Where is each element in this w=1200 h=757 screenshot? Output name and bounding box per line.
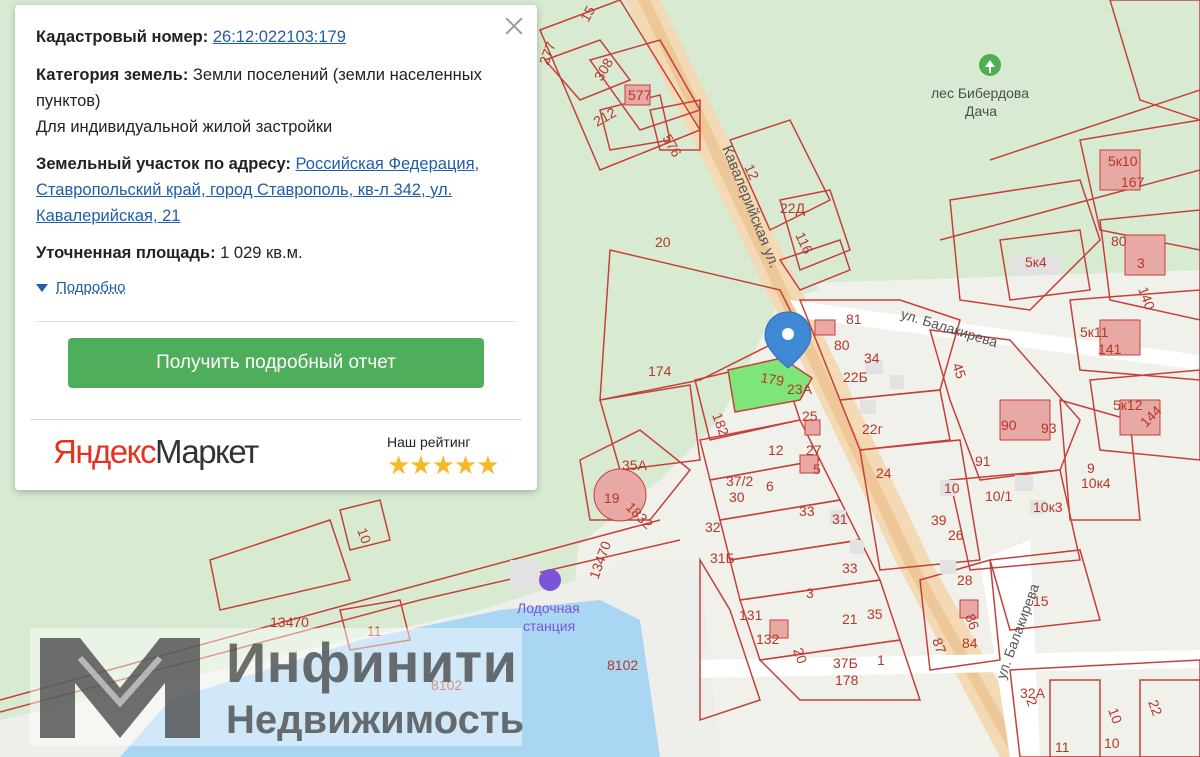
details-toggle[interactable]: Подробно <box>36 279 125 296</box>
parcel-number-label[interactable]: 21 <box>842 611 858 627</box>
parcel-number-label[interactable]: 8102 <box>607 657 638 673</box>
parcel-number-label[interactable]: 167 <box>1121 174 1145 190</box>
parcel-number-label[interactable]: 3 <box>806 585 814 601</box>
parcel-number-label[interactable]: 178 <box>835 672 859 688</box>
parcel-number-label[interactable]: 25 <box>802 408 818 424</box>
parcel-number-label[interactable]: 10 <box>1104 735 1120 751</box>
land-category-row: Категория земель: Земли поселений (земли… <box>36 62 516 114</box>
rating-stars: ★★★★★ <box>387 450 500 480</box>
divider <box>36 321 516 322</box>
address-label: Земельный участок по адресу: <box>36 155 291 173</box>
parcel-number-label[interactable]: 10к3 <box>1033 499 1063 515</box>
parcel-number-label[interactable]: 5к11 <box>1080 324 1109 340</box>
parcel-number-label[interactable]: 22г <box>862 421 883 437</box>
permitted-use: Для индивидуальной жилой застройки <box>36 118 333 136</box>
parcel-number-label[interactable]: 39 <box>931 512 947 528</box>
parcel-number-label[interactable]: 6 <box>766 478 774 494</box>
parcel-number-label[interactable]: 19 <box>604 490 620 506</box>
boat-station-label-2: станция <box>523 618 575 634</box>
parcel-number-label[interactable]: 10к4 <box>1081 475 1111 491</box>
parcel-number-label[interactable]: 30 <box>729 489 745 505</box>
yandex-market-logo[interactable]: ЯндексМаркет <box>53 433 259 471</box>
area-row: Уточненная площадь: 1 029 кв.м. <box>36 240 516 266</box>
parcel-info-popup: Кадастровый номер: 26:12:022103:179 Кате… <box>15 5 537 490</box>
parcel-number-label[interactable]: 12 <box>768 442 784 458</box>
parcel-number-label[interactable]: 31Б <box>710 550 735 566</box>
get-report-button[interactable]: Получить подробный отчет <box>68 338 484 388</box>
boat-station-label: Лодочная <box>517 600 580 616</box>
market-logo-text: Маркет <box>154 433 259 470</box>
parcel-number-label[interactable]: 26 <box>948 527 964 543</box>
divider <box>30 419 522 420</box>
parcel-number-label[interactable]: 131 <box>739 607 763 623</box>
parcel-number-label[interactable]: 33 <box>842 560 858 576</box>
parcel-number-label[interactable]: 15 <box>1033 593 1049 609</box>
parcel-number-label[interactable]: 5к12 <box>1113 397 1143 413</box>
parcel-number-label[interactable]: 23А <box>787 381 813 397</box>
parcel-number-label[interactable]: 32 <box>705 519 721 535</box>
forest-label-2: Дача <box>965 103 997 119</box>
watermark-line-1: Инфинити <box>226 631 518 694</box>
parcel-number-label[interactable]: 10 <box>944 480 960 496</box>
parcel-number-label[interactable]: 27 <box>806 442 822 458</box>
parcel-number-label[interactable]: 37/2 <box>726 473 753 489</box>
parcel-number-label[interactable]: 5к10 <box>1108 153 1138 169</box>
parcel-number-label[interactable]: 37Б <box>833 655 858 671</box>
land-category-label: Категория земель: <box>36 66 189 84</box>
parcel-number-label[interactable]: 9 <box>1087 460 1095 476</box>
parcel-number-label[interactable]: 22Б <box>843 369 868 385</box>
parcel-number-label[interactable]: 11 <box>1055 739 1070 755</box>
parcel-number-label[interactable]: 84 <box>962 635 978 651</box>
parcel-number-label[interactable]: 33 <box>799 503 815 519</box>
cadastral-number-link[interactable]: 26:12:022103:179 <box>213 28 346 46</box>
address-row: Земельный участок по адресу: Российская … <box>36 151 516 229</box>
parcel-number-label[interactable]: 91 <box>975 453 991 469</box>
parcel-number-label[interactable]: 1 <box>877 652 885 668</box>
parcel-number-label[interactable]: 93 <box>1041 420 1057 436</box>
parcel-number-label[interactable]: 141 <box>1098 341 1122 357</box>
parcel-number-label[interactable]: 35А <box>622 457 648 473</box>
parcel-number-label[interactable]: 174 <box>648 363 672 379</box>
parcel-number-label[interactable]: 3 <box>1137 255 1145 271</box>
rating-block: Наш рейтинг ★★★★★ <box>387 434 500 480</box>
parcel-number-label[interactable]: 20 <box>655 234 671 250</box>
parcel-number-label[interactable]: 28 <box>957 572 973 588</box>
cadastral-number-label: Кадастровый номер: <box>36 28 209 46</box>
parcel-number-label[interactable]: 31 <box>832 511 848 527</box>
parcel-number-label[interactable]: 577 <box>628 87 652 103</box>
parcel-number-label[interactable]: 10/1 <box>985 488 1012 504</box>
cadastral-number-row: Кадастровый номер: 26:12:022103:179 <box>36 24 516 50</box>
parcel-number-label[interactable]: 90 <box>1001 417 1017 433</box>
yandex-logo-text: Яндекс <box>53 433 156 470</box>
triangle-down-icon <box>36 283 48 292</box>
forest-label: лес Бибердова <box>931 85 1029 101</box>
parcel-number-label[interactable]: 35 <box>867 606 883 622</box>
parcel-number-label[interactable]: 22Д <box>780 200 806 216</box>
area-label: Уточненная площадь: <box>36 244 216 262</box>
parcel-number-label[interactable]: 80 <box>834 337 850 353</box>
infiniti-logo-icon <box>40 638 200 738</box>
parcel-number-label[interactable]: 80 <box>1111 233 1127 249</box>
details-link[interactable]: Подробно <box>56 279 125 296</box>
parcel-number-label[interactable]: 81 <box>846 311 862 327</box>
area-value: 1 029 кв.м. <box>220 244 303 262</box>
parcel-number-label[interactable]: 132 <box>756 631 780 647</box>
parcel-number-label[interactable]: 34 <box>864 350 880 366</box>
boat-station-icon <box>539 569 561 591</box>
parcel-number-label[interactable]: 5к4 <box>1025 254 1047 270</box>
rating-label: Наш рейтинг <box>387 434 471 450</box>
parcel-number-label[interactable]: 24 <box>876 465 892 481</box>
watermark-line-2: Недвижимость <box>226 698 525 742</box>
parcel-number-label[interactable]: 5 <box>813 461 821 477</box>
watermark: Инфинити Недвижимость <box>30 628 525 746</box>
